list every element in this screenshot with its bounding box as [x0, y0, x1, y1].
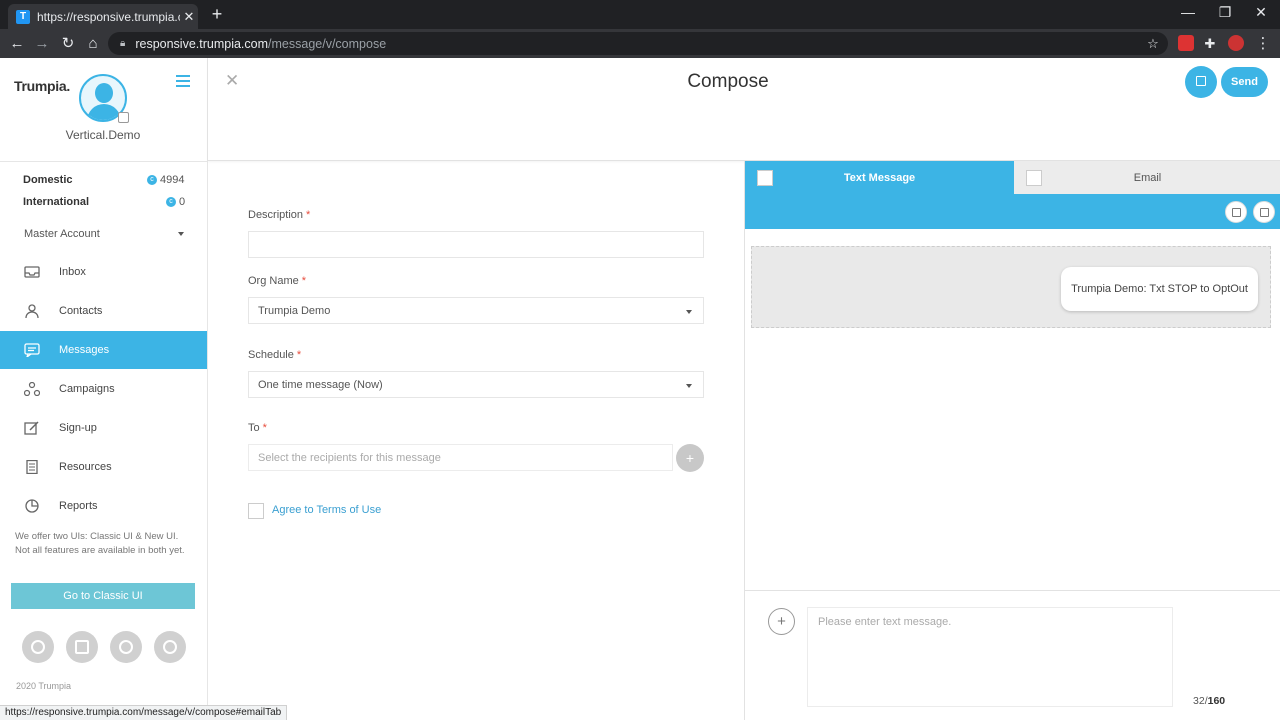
terms-of-use-link[interactable]: Agree to Terms of Use: [272, 504, 381, 516]
save-icon: [1196, 76, 1206, 86]
browser-tab[interactable]: T https://responsive.trumpia.com/r ✕: [8, 4, 198, 29]
resources-icon: [24, 459, 40, 475]
page-header: ✕ Compose Send: [208, 58, 1280, 161]
sidebar-item-signup[interactable]: Sign-up: [0, 409, 207, 447]
description-input[interactable]: [248, 231, 704, 258]
description-label: Description *: [248, 209, 311, 221]
support-icon[interactable]: [110, 631, 142, 663]
minimize-icon[interactable]: —: [1173, 4, 1203, 20]
preview-bubble: Trumpia Demo: Txt STOP to OptOut: [1061, 267, 1258, 311]
insert-content-button[interactable]: +: [768, 608, 795, 635]
browser-menu-icon[interactable]: ⋮: [1253, 34, 1273, 54]
to-label: To *: [248, 422, 267, 434]
contacts-icon: [24, 304, 40, 319]
lock-icon: 🔒︎: [120, 38, 126, 49]
org-name-label: Org Name *: [248, 275, 307, 287]
message-panel: Text Message ☝ Email Trumpia Demo: Txt S…: [744, 161, 1280, 720]
sidebar: Trumpia. Vertical.Demo Domestic c 4994 In…: [0, 58, 208, 720]
extension-badge-icon[interactable]: [1228, 35, 1244, 51]
browser-toolbar: ← → ↻ ⌂ 🔒︎ responsive.trumpia.com/messag…: [0, 29, 1280, 58]
extensions-puzzle-icon[interactable]: ✚: [1200, 34, 1220, 54]
message-preview: Trumpia Demo: Txt STOP to OptOut: [751, 246, 1271, 328]
message-textarea[interactable]: Please enter text message.: [807, 607, 1173, 707]
credit-label-domestic: Domestic: [23, 174, 73, 186]
avatar-edit-icon[interactable]: [118, 112, 129, 123]
chevron-down-icon: [178, 232, 184, 236]
logout-icon[interactable]: [66, 631, 98, 663]
credit-value-international: c0: [166, 196, 185, 208]
sidebar-item-messages[interactable]: Messages: [0, 331, 207, 369]
site-favicon-icon: T: [16, 9, 30, 24]
window-close-icon[interactable]: ✕: [1246, 4, 1276, 21]
new-tab-icon[interactable]: +: [207, 4, 227, 25]
username: Vertical.Demo: [65, 128, 141, 142]
status-url: https://responsive.trumpia.com/message/v…: [0, 705, 288, 720]
sync-icon[interactable]: [22, 631, 54, 663]
sidebar-item-contacts[interactable]: Contacts: [0, 292, 207, 330]
recipients-input[interactable]: Select the recipients for this message: [248, 444, 673, 471]
save-draft-button[interactable]: [1185, 66, 1217, 98]
campaigns-icon: [23, 381, 41, 397]
credit-coin-icon: c: [166, 197, 176, 207]
account-select[interactable]: Master Account: [24, 228, 184, 240]
go-to-classic-ui-button[interactable]: Go to Classic UI: [11, 583, 195, 609]
agree-terms-checkbox[interactable]: [248, 503, 264, 519]
send-button[interactable]: Send: [1221, 67, 1268, 97]
forward-icon[interactable]: →: [32, 34, 52, 54]
settings-gear-icon[interactable]: [154, 631, 186, 663]
message-toolbar: [745, 194, 1280, 229]
tab-email[interactable]: ☝ Email: [1014, 161, 1280, 194]
schedule-select[interactable]: One time message (Now): [248, 371, 704, 398]
credit-coin-icon: c: [147, 175, 157, 185]
save-template-icon[interactable]: [1225, 201, 1247, 223]
trumpia-logo: Trumpia.: [14, 78, 70, 94]
signup-icon: [24, 421, 40, 435]
extension-red-icon[interactable]: [1178, 35, 1194, 51]
address-bar[interactable]: 🔒︎ responsive.trumpia.com/message/v/comp…: [108, 32, 1168, 55]
bookmark-star-icon[interactable]: ☆: [1143, 34, 1163, 54]
reports-icon: [24, 499, 40, 513]
url-path: /message/v/compose: [268, 36, 387, 51]
sidebar-item-reports[interactable]: Reports: [0, 487, 207, 525]
tab-title: https://responsive.trumpia.com/r: [37, 9, 180, 24]
sidebar-divider: [0, 161, 207, 162]
inbox-icon: [24, 265, 40, 279]
sidebar-item-resources[interactable]: Resources: [0, 448, 207, 486]
tab-text-message[interactable]: Text Message: [745, 161, 1014, 194]
sidebar-item-campaigns[interactable]: Campaigns: [0, 370, 207, 408]
page-title: Compose: [687, 71, 769, 92]
edit-template-icon[interactable]: [1253, 201, 1275, 223]
add-recipient-button[interactable]: +: [676, 444, 704, 472]
credit-value-domestic: c 4994: [147, 174, 184, 186]
chevron-down-icon: [686, 310, 692, 314]
org-name-select[interactable]: Trumpia Demo: [248, 297, 704, 324]
schedule-label: Schedule *: [248, 349, 302, 361]
character-counter: 32/160: [1193, 695, 1226, 707]
copyright: 2020 Trumpia: [16, 681, 72, 691]
browser-tab-bar: T https://responsive.trumpia.com/r ✕ + —…: [0, 0, 1280, 29]
messages-icon: [24, 343, 40, 359]
chevron-down-icon: [686, 384, 692, 388]
reload-icon[interactable]: ↻: [58, 34, 78, 54]
ui-version-note: We offer two UIs: Classic UI & New UI. N…: [15, 531, 185, 556]
tab-close-icon[interactable]: ✕: [180, 9, 198, 25]
credit-label-international: International: [23, 196, 90, 208]
back-icon[interactable]: ←: [7, 34, 27, 54]
url-domain: responsive.trumpia.com: [135, 36, 269, 51]
hamburger-menu-icon[interactable]: [176, 75, 190, 90]
home-icon[interactable]: ⌂: [83, 34, 103, 54]
restore-icon[interactable]: ❐: [1210, 4, 1240, 21]
message-composer: + Please enter text message. 32/160: [745, 590, 1280, 720]
sidebar-item-inbox[interactable]: Inbox: [0, 253, 207, 291]
